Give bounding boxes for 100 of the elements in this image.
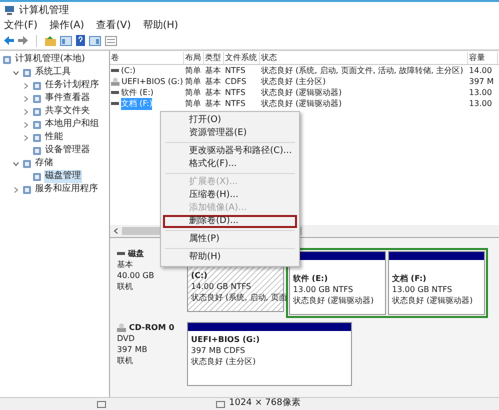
cd-drive-icon bbox=[117, 323, 126, 332]
table-cell: 状态良好 (主分区) bbox=[261, 76, 326, 88]
volume-name[interactable]: (C:) bbox=[121, 64, 136, 76]
node-icon bbox=[32, 172, 42, 182]
column-header[interactable]: 状态 bbox=[260, 52, 468, 64]
disk-name: CD-ROM 0 bbox=[129, 322, 174, 333]
table-cell: 基本 bbox=[205, 64, 221, 76]
menu-item[interactable]: 压缩卷(H)... bbox=[163, 189, 297, 202]
menu-item[interactable]: 删除卷(D)... bbox=[163, 215, 297, 228]
panel-icon[interactable] bbox=[60, 36, 72, 46]
disk-type: DVD bbox=[117, 333, 135, 344]
menu-item[interactable]: 打开(O) bbox=[163, 114, 297, 127]
table-cell: 13.00 bbox=[469, 86, 492, 98]
node-icon bbox=[22, 68, 32, 78]
disk-size: 397 MB bbox=[117, 344, 148, 355]
table-cell: CDFS bbox=[225, 76, 246, 88]
chevron-right-icon[interactable] bbox=[22, 108, 30, 116]
disk-state: 联机 bbox=[117, 281, 133, 292]
chevron-right-icon[interactable] bbox=[22, 120, 30, 128]
partition-label: 文档 (F:) bbox=[392, 273, 426, 284]
partition-label: (C:) bbox=[191, 270, 208, 281]
window-title: 计算机管理 bbox=[19, 4, 69, 18]
table-cell: 简单 bbox=[185, 64, 201, 76]
scroll-left-icon[interactable] bbox=[114, 228, 118, 234]
partition-label: UEFI+BIOS (G:) bbox=[191, 334, 260, 345]
menu-item[interactable]: 帮助(H) bbox=[142, 18, 178, 32]
table-cell: 状态良好 (逻辑驱动器) bbox=[261, 98, 342, 110]
tree-item[interactable]: 系统工具 bbox=[34, 66, 72, 80]
chevron-right-icon[interactable] bbox=[22, 82, 30, 90]
table-cell: 14.00 bbox=[469, 64, 492, 76]
menu-item[interactable]: 更改驱动器号和路径(C)... bbox=[163, 145, 297, 158]
tree-item[interactable]: 任务计划程序 bbox=[44, 78, 100, 92]
menu-item[interactable]: 格式化(F)... bbox=[163, 158, 297, 171]
chevron-right-icon[interactable] bbox=[12, 186, 20, 194]
column-header[interactable]: 类型 bbox=[204, 52, 224, 64]
table-cell: 13.00 bbox=[469, 98, 492, 110]
tree-item[interactable]: 设备管理器 bbox=[44, 144, 91, 158]
tree-item[interactable]: 存储 bbox=[34, 156, 54, 170]
partition[interactable]: 软件 (E:) 13.00 GB NTFS 状态良好 (逻辑驱动器) bbox=[289, 251, 386, 315]
menu-item[interactable]: 资源管理器(E) bbox=[163, 127, 297, 140]
partition[interactable]: 文档 (F:) 13.00 GB NTFS 状态良好 (逻辑驱动器) bbox=[388, 251, 485, 315]
folder-icon[interactable] bbox=[45, 36, 56, 46]
partition-status: 状态良好 (主分区) bbox=[191, 356, 256, 367]
node-icon bbox=[22, 184, 32, 194]
table-cell: NTFS bbox=[225, 98, 246, 110]
column-header[interactable]: 容量 bbox=[468, 52, 498, 64]
tree-item[interactable]: 计算机管理(本地) bbox=[14, 52, 86, 66]
node-icon bbox=[32, 106, 42, 116]
back-arrow-icon[interactable] bbox=[4, 36, 14, 45]
menu-item[interactable]: 属性(P) bbox=[163, 233, 297, 246]
table-cell: 状态良好 (逻辑驱动器) bbox=[261, 86, 342, 98]
partition-status: 状态良好 (逻辑驱动器) bbox=[293, 295, 374, 306]
menu-item[interactable]: 文件(F) bbox=[4, 18, 38, 32]
cd-drive-icon bbox=[111, 77, 120, 86]
partition-label: 软件 (E:) bbox=[293, 273, 328, 284]
screen-icon bbox=[97, 400, 106, 408]
image-resolution: 1024 × 768像素 bbox=[229, 397, 300, 410]
menu-item[interactable]: 操作(A) bbox=[50, 18, 84, 32]
node-icon bbox=[32, 132, 42, 142]
disk-size: 40.00 GB bbox=[117, 270, 154, 281]
list-icon[interactable] bbox=[105, 36, 117, 46]
disk-type: 基本 bbox=[117, 259, 133, 270]
disk-name: 磁盘 bbox=[128, 248, 144, 259]
forward-arrow-icon[interactable] bbox=[18, 36, 28, 45]
tree-item[interactable]: 性能 bbox=[44, 130, 64, 144]
partition-size: 13.00 GB NTFS bbox=[392, 284, 452, 295]
table-cell: 状态良好 (系统, 启动, 页面文件, 活动, 故障转储, 主分区) bbox=[261, 64, 464, 76]
column-header[interactable]: 卷 bbox=[110, 52, 184, 64]
table-cell: 简单 bbox=[185, 76, 201, 88]
chevron-right-icon[interactable] bbox=[22, 134, 30, 142]
tree-item[interactable]: 事件查看器 bbox=[44, 92, 91, 106]
tree-item[interactable]: 共享文件夹 bbox=[44, 104, 91, 118]
column-header[interactable]: 布局 bbox=[184, 52, 204, 64]
table-cell: 简单 bbox=[185, 86, 201, 98]
partition[interactable]: UEFI+BIOS (G:) 397 MB CDFS 状态良好 (主分区) bbox=[187, 322, 352, 386]
partition-status: 状态良好 (逻辑驱动器) bbox=[392, 295, 473, 306]
chevron-down-icon[interactable] bbox=[12, 160, 20, 168]
computer-icon bbox=[4, 4, 15, 16]
screen-icon bbox=[216, 400, 225, 408]
node-icon bbox=[32, 120, 42, 130]
table-cell: NTFS bbox=[225, 86, 246, 98]
node-icon bbox=[32, 146, 42, 156]
tree-item[interactable]: 磁盘管理 bbox=[44, 170, 82, 184]
partition-size: 397 MB CDFS bbox=[191, 345, 246, 356]
volume-name[interactable]: 软件 (E:) bbox=[121, 86, 154, 98]
column-header[interactable]: 文件系统 bbox=[224, 52, 260, 64]
chevron-right-icon[interactable] bbox=[22, 94, 30, 102]
tree-item[interactable]: 服务和应用程序 bbox=[34, 182, 99, 196]
table-cell: 基本 bbox=[205, 76, 221, 88]
partition-size: 14.00 GB NTFS bbox=[191, 281, 252, 292]
chevron-down-icon[interactable] bbox=[12, 68, 20, 76]
panel-icon[interactable] bbox=[89, 36, 101, 46]
menu-item[interactable]: 查看(V) bbox=[96, 18, 131, 32]
node-icon bbox=[2, 54, 12, 64]
tree-item[interactable]: 本地用户和组 bbox=[44, 118, 100, 132]
partition-size: 13.00 GB NTFS bbox=[293, 284, 354, 295]
help-icon[interactable] bbox=[76, 35, 85, 46]
table-cell: 397 M bbox=[469, 76, 494, 88]
node-icon bbox=[22, 158, 32, 168]
volume-name[interactable]: UEFI+BIOS (G:) bbox=[122, 76, 183, 88]
